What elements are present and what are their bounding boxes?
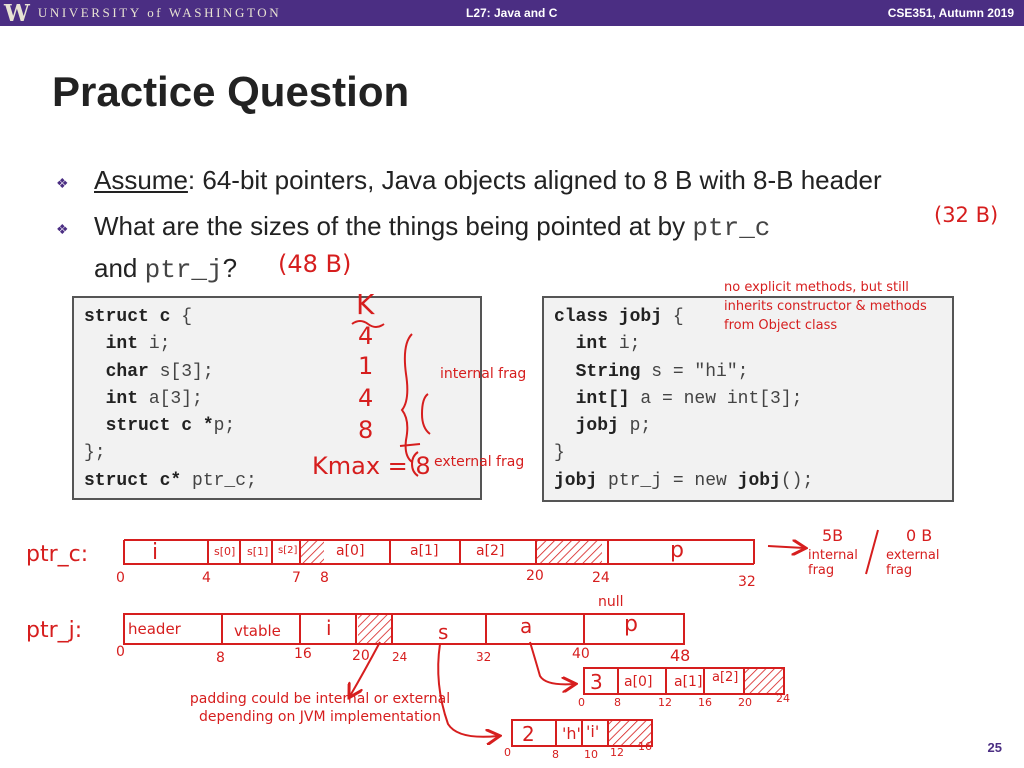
diagram-drawings <box>123 320 879 747</box>
